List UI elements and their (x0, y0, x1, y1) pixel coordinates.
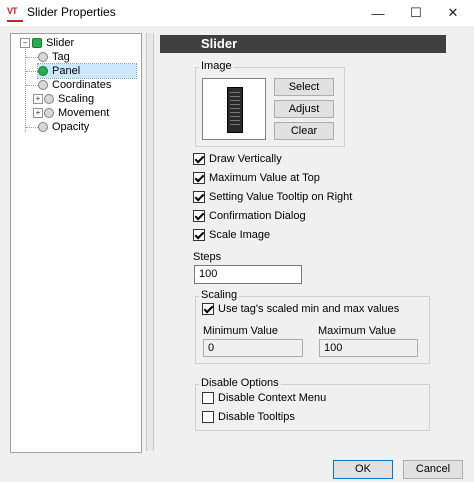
window-title: Slider Properties (27, 5, 116, 19)
scale-image-checkbox[interactable]: Scale Image (193, 229, 270, 241)
ok-button[interactable]: OK (333, 460, 393, 479)
app-logo-icon: VT (7, 6, 23, 22)
confirmation-dialog-checkbox[interactable]: Confirmation Dialog (193, 210, 306, 222)
minimum-value-label: Minimum Value (203, 325, 278, 337)
title-bar: VT Slider Properties — ☐ ✕ (0, 0, 474, 26)
node-icon (38, 80, 48, 90)
tree-connector (26, 85, 38, 86)
tree-item-slider[interactable]: Slider (32, 36, 74, 50)
image-preview (202, 78, 266, 140)
checkbox-label: Setting Value Tooltip on Right (209, 191, 353, 203)
disable-context-menu-checkbox[interactable]: Disable Context Menu (202, 392, 326, 404)
tree-item-coordinates[interactable]: Coordinates (38, 78, 111, 92)
checkbox-box[interactable] (193, 172, 205, 184)
tree-item-label: Movement (58, 107, 110, 119)
steps-input[interactable]: 100 (194, 265, 302, 284)
checkbox-label: Use tag's scaled min and max values (218, 303, 400, 315)
checkbox-label: Disable Context Menu (218, 392, 327, 404)
tree-item-label: Panel (52, 65, 81, 77)
node-icon (38, 66, 48, 76)
checkbox-label: Confirmation Dialog (209, 210, 306, 222)
checkbox-box[interactable] (193, 191, 205, 203)
dialog-footer: OK Cancel (0, 455, 474, 482)
checkbox-label: Scale Image (209, 229, 271, 241)
tree-expand-icon[interactable]: + (33, 94, 43, 104)
image-group-label: Image (199, 60, 234, 72)
tree-connector (26, 71, 38, 72)
tree-item-label: Slider (46, 37, 75, 49)
use-scaled-values-checkbox[interactable]: Use tag's scaled min and max values (202, 303, 399, 315)
tree-item-label: Opacity (52, 121, 90, 133)
slider-image-icon (227, 87, 243, 133)
draw-vertically-checkbox[interactable]: Draw Vertically (193, 153, 282, 165)
tree-item-tag[interactable]: Tag (38, 50, 70, 64)
checkbox-box[interactable] (193, 153, 205, 165)
cancel-button[interactable]: Cancel (403, 460, 463, 479)
tree-item-label: Tag (52, 51, 70, 63)
tree-connector (26, 57, 38, 58)
tree-collapse-icon[interactable]: − (20, 38, 30, 48)
disable-tooltips-checkbox[interactable]: Disable Tooltips (202, 411, 295, 423)
maximum-value-input[interactable]: 100 (319, 339, 418, 357)
checkbox-label: Draw Vertically (209, 153, 282, 165)
checkbox-box[interactable] (202, 392, 214, 404)
maximum-value-at-top-checkbox[interactable]: Maximum Value at Top (193, 172, 320, 184)
checkbox-label: Maximum Value at Top (209, 172, 320, 184)
clear-image-button[interactable]: Clear (274, 122, 334, 140)
disable-options-group-label: Disable Options (199, 377, 281, 389)
node-icon (38, 122, 48, 132)
minimum-value-input[interactable]: 0 (203, 339, 303, 357)
checkbox-label: Disable Tooltips (218, 411, 295, 423)
scaling-group-label: Scaling (199, 289, 240, 301)
panel-header: Slider (160, 35, 446, 53)
node-icon (44, 94, 54, 104)
checkbox-box[interactable] (193, 210, 205, 222)
node-icon (38, 52, 48, 62)
close-button[interactable]: ✕ (430, 0, 474, 26)
tree-item-panel[interactable]: Panel (37, 63, 137, 79)
tree-item-label: Scaling (58, 93, 95, 105)
property-tree[interactable]: − Slider Tag Panel Coordinates + Scaling… (10, 33, 142, 453)
tree-item-scaling[interactable]: Scaling (44, 92, 94, 106)
steps-label: Steps (193, 251, 222, 263)
node-icon (44, 108, 54, 118)
checkbox-box[interactable] (193, 229, 205, 241)
tooltip-on-right-checkbox[interactable]: Setting Value Tooltip on Right (193, 191, 352, 203)
checkbox-box[interactable] (202, 411, 214, 423)
select-image-button[interactable]: Select (274, 78, 334, 96)
tree-connector (26, 127, 38, 128)
tree-item-movement[interactable]: Movement (44, 106, 109, 120)
checkbox-box[interactable] (202, 303, 214, 315)
tree-expand-icon[interactable]: + (33, 108, 43, 118)
splitter[interactable] (146, 33, 154, 451)
slider-node-icon (32, 38, 42, 48)
adjust-image-button[interactable]: Adjust (274, 100, 334, 118)
tree-item-opacity[interactable]: Opacity (38, 120, 89, 134)
maximum-value-label: Maximum Value (318, 325, 397, 337)
tree-item-label: Coordinates (52, 79, 112, 91)
